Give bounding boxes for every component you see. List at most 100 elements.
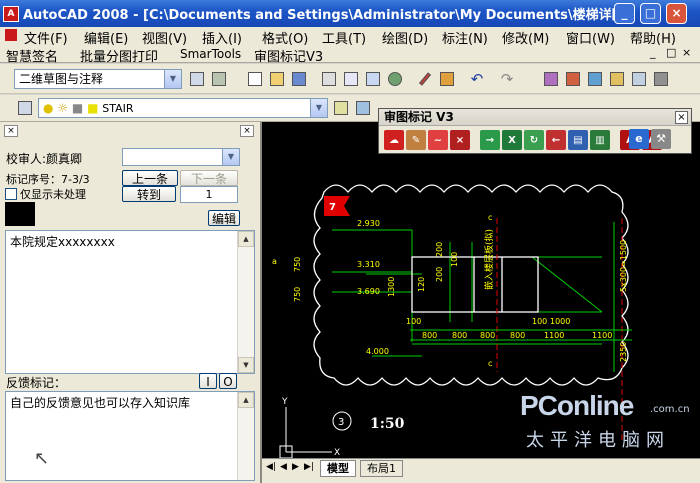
- menu-insert[interactable]: 插入(I): [202, 28, 242, 47]
- doc-minimize-button[interactable]: _: [650, 46, 656, 59]
- mark-flag-icon[interactable]: [324, 196, 350, 216]
- menu-smartools[interactable]: SmarTools: [180, 47, 241, 61]
- print-preview-icon[interactable]: [340, 68, 362, 90]
- markup-icon[interactable]: [628, 68, 650, 90]
- scrollbar[interactable]: ▲ ▼: [237, 231, 254, 373]
- panel-close-icon[interactable]: ×: [4, 125, 18, 137]
- reviewer-select[interactable]: ▼: [122, 148, 240, 166]
- tool-palettes-icon[interactable]: [584, 68, 606, 90]
- dim-label: 800: [452, 331, 467, 340]
- mark-color-swatch[interactable]: [5, 202, 35, 226]
- pen-icon[interactable]: [414, 68, 436, 90]
- goto-input[interactable]: 1: [180, 186, 238, 203]
- chevron-down-icon[interactable]: ▼: [222, 149, 239, 165]
- prev-button[interactable]: 上一条: [122, 170, 178, 186]
- comment-textarea[interactable]: 本院规定xxxxxxxx ▲ ▼: [5, 230, 255, 374]
- import-icon[interactable]: ←: [546, 130, 566, 150]
- erase-mark-icon[interactable]: ×: [450, 130, 470, 150]
- undo-icon[interactable]: ↶: [466, 68, 488, 90]
- watermark: PConline .com.cn 太平洋电脑网: [520, 390, 700, 460]
- doc-close-button[interactable]: ×: [682, 46, 691, 59]
- export-icon[interactable]: →: [480, 130, 500, 150]
- tab-layout1[interactable]: 布局1: [360, 460, 403, 477]
- edit-button[interactable]: 编辑: [208, 210, 240, 226]
- page-icon[interactable]: ▤: [568, 130, 588, 150]
- feedback-textarea[interactable]: 自己的反馈意见也可以存入知识库 ▲ ↖: [5, 391, 255, 481]
- scroll-up-icon[interactable]: ▲: [238, 231, 254, 247]
- lock-icon: ■: [71, 101, 84, 115]
- watermark-brand: PConline: [520, 390, 634, 421]
- layer-previous-icon[interactable]: [352, 97, 374, 119]
- layer-select[interactable]: ● ☼ ■ ■ STAIR ▼: [38, 98, 328, 118]
- line-mark-icon[interactable]: ~: [428, 130, 448, 150]
- refresh-icon[interactable]: ↻: [524, 130, 544, 150]
- last-tab-icon[interactable]: ▶|: [304, 462, 314, 472]
- sheet-set-icon[interactable]: [606, 68, 628, 90]
- workspace-select[interactable]: 二维草图与注释 ▼: [14, 69, 182, 89]
- pen-icon[interactable]: ✎: [406, 130, 426, 150]
- excel-icon[interactable]: X: [502, 130, 522, 150]
- menu-view[interactable]: 视图(V): [142, 28, 187, 47]
- title-bar: A AutoCAD 2008 - [C:\Documents and Setti…: [0, 0, 700, 27]
- minimize-button[interactable]: _: [614, 3, 635, 24]
- dim-label: 200: [435, 242, 444, 257]
- standard-toolbar: 二维草图与注释 ▼ ↶ ↷: [0, 64, 700, 94]
- chevron-down-icon[interactable]: ▼: [164, 70, 181, 88]
- next-tab-icon[interactable]: ▶: [292, 462, 299, 472]
- unprocessed-checkbox[interactable]: [5, 188, 17, 200]
- workspace-save-icon[interactable]: [208, 68, 230, 90]
- panel-close-icon[interactable]: ×: [240, 125, 254, 137]
- autocad-app-icon[interactable]: A: [3, 5, 19, 22]
- menu-file[interactable]: 文件(F): [24, 28, 68, 47]
- doc-restore-button[interactable]: □: [666, 46, 676, 59]
- tab-model[interactable]: 模型: [320, 460, 356, 477]
- close-button[interactable]: ×: [666, 3, 687, 24]
- publish-icon[interactable]: [384, 68, 406, 90]
- design-center-icon[interactable]: [540, 68, 562, 90]
- menu-help[interactable]: 帮助(H): [630, 28, 676, 47]
- document-icon[interactable]: [5, 29, 17, 41]
- drawing-canvas[interactable]: 2.930 3.310 3.690 4.000 c c a 750 750 13…: [262, 122, 700, 468]
- menu-tools[interactable]: 工具(T): [322, 28, 366, 47]
- prev-tab-icon[interactable]: ◀: [280, 462, 287, 472]
- match-properties-icon[interactable]: [436, 68, 458, 90]
- revision-cloud[interactable]: [313, 184, 629, 386]
- save-icon[interactable]: [288, 68, 310, 90]
- unprocessed-label: 仅显示未处理: [20, 188, 86, 201]
- make-current-layer-icon[interactable]: [330, 97, 352, 119]
- menu-review-mark[interactable]: 审图标记V3: [254, 46, 323, 65]
- chevron-down-icon[interactable]: ▼: [310, 99, 327, 117]
- close-icon[interactable]: ×: [675, 111, 688, 124]
- feedback-in-button[interactable]: I: [199, 373, 217, 389]
- maximize-button[interactable]: □: [640, 3, 661, 24]
- print-icon[interactable]: [318, 68, 340, 90]
- new-file-icon[interactable]: [244, 68, 266, 90]
- scroll-down-icon[interactable]: ▼: [238, 357, 254, 373]
- scroll-up-icon[interactable]: ▲: [238, 392, 254, 408]
- menu-edit[interactable]: 编辑(E): [84, 28, 128, 47]
- menu-format[interactable]: 格式(O): [262, 28, 308, 47]
- open-file-icon[interactable]: [266, 68, 288, 90]
- scrollbar[interactable]: ▲: [237, 392, 254, 480]
- goto-button[interactable]: 转到: [122, 186, 176, 202]
- calculator-icon[interactable]: [650, 68, 672, 90]
- next-button[interactable]: 下一条: [180, 170, 238, 186]
- menu-draw[interactable]: 绘图(D): [382, 28, 428, 47]
- menu-smart-sign[interactable]: 智慧签名: [6, 46, 58, 65]
- menu-window[interactable]: 窗口(W): [566, 28, 615, 47]
- redo-icon[interactable]: ↷: [496, 68, 518, 90]
- menu-batch-print[interactable]: 批量分图打印: [80, 46, 158, 65]
- dim-label: 2350: [619, 342, 628, 362]
- plot-icon[interactable]: [362, 68, 384, 90]
- menu-modify[interactable]: 修改(M): [502, 28, 549, 47]
- properties-icon[interactable]: [562, 68, 584, 90]
- workspace-settings-icon[interactable]: [186, 68, 208, 90]
- browser-icon[interactable]: e: [629, 129, 649, 149]
- cloud-mark-icon[interactable]: ☁: [384, 130, 404, 150]
- page-export-icon[interactable]: ▥: [590, 130, 610, 150]
- tools-icon[interactable]: ⚒: [651, 129, 671, 149]
- feedback-out-button[interactable]: O: [219, 373, 237, 389]
- layer-manager-icon[interactable]: [14, 97, 36, 119]
- first-tab-icon[interactable]: ◀|: [266, 462, 276, 472]
- menu-dimension[interactable]: 标注(N): [442, 28, 488, 47]
